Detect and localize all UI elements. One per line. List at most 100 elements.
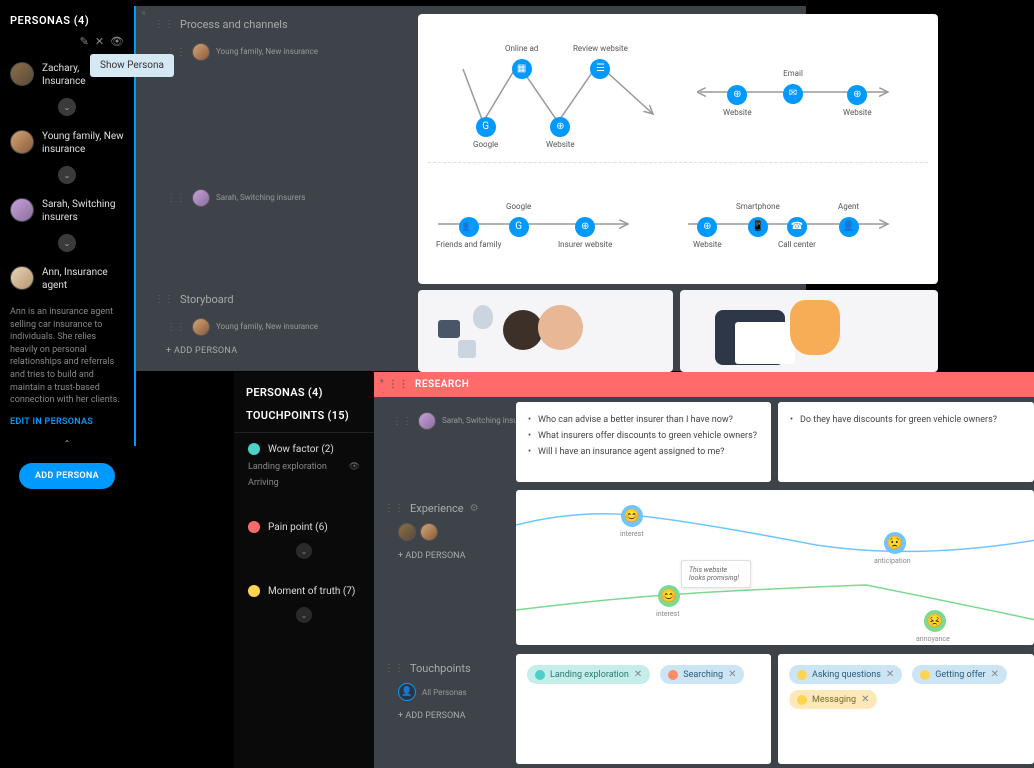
emotion-label: interest — [656, 610, 680, 618]
chevron-down-icon[interactable]: ⌄ — [296, 607, 312, 623]
tp-label: Wow factor (2) — [268, 444, 334, 455]
close-icon[interactable]: ✕ — [95, 35, 104, 48]
emotion-node-interest[interactable]: 😊 — [621, 505, 643, 527]
main-canvas: ⋮⋮ Process and channels ⋮⋮ Young family,… — [136, 6, 806, 371]
landing-exploration-item[interactable]: Landing exploration 👁 — [234, 459, 374, 475]
collapse-icon[interactable]: « — [141, 8, 146, 19]
agent-icon: 👤 — [839, 217, 859, 237]
research-card-2[interactable]: Do they have discounts for green vehicle… — [778, 402, 1034, 482]
touchpoints-card-2[interactable]: Asking questions✕ Getting offer✕ Messagi… — [778, 654, 1034, 764]
mini-persona-sarah[interactable]: ⋮⋮ Sarah, Switching insurers — [392, 412, 531, 430]
chevron-down-icon[interactable]: ⌄ — [296, 543, 312, 559]
drag-handle-icon[interactable]: ⋮⋮ — [384, 663, 404, 674]
chip-searching[interactable]: Searching ✕ — [660, 665, 744, 684]
drag-handle-icon[interactable]: ⋮⋮ — [154, 19, 174, 30]
section-title: Storyboard — [180, 293, 234, 306]
chip-messaging[interactable]: Messaging ✕ — [789, 690, 877, 709]
section-title: Process and channels — [180, 18, 288, 31]
chevron-down-icon[interactable]: ⌄ — [58, 234, 76, 252]
node-label: Friends and family — [436, 240, 501, 249]
persona-name: Young family, New insurance — [42, 130, 124, 156]
dot-icon — [668, 670, 678, 680]
node-label: Website — [546, 140, 575, 149]
pencil-icon[interactable]: ✎ — [80, 35, 89, 48]
emotion-node-interest2[interactable]: 😊 — [658, 585, 680, 607]
drag-handle-icon[interactable]: ⋮⋮ — [384, 503, 404, 514]
research-header: ⋮⋮ RESEARCH — [374, 372, 1034, 397]
section-title: Touchpoints — [410, 662, 471, 675]
mini-persona-name: Young family, New insurance — [216, 322, 318, 332]
eye-icon[interactable]: 👁 — [110, 35, 124, 48]
research-card-1[interactable]: Who can advise a better insurer than I h… — [516, 402, 771, 482]
section-title: Experience — [410, 502, 464, 515]
persona-sarah[interactable]: Sarah, Switching insurers — [0, 190, 134, 232]
ad-icon: ▦ — [512, 59, 532, 79]
personas-sidebar: « PERSONAS (4) ✎ ✕ 👁 Show Persona Zachar… — [0, 6, 136, 446]
drag-handle-icon[interactable]: ⋮⋮ — [166, 322, 186, 333]
avatar — [418, 412, 436, 430]
all-personas-item[interactable]: 👤 All Personas — [384, 675, 481, 709]
drag-handle-icon[interactable]: ⋮⋮ — [166, 193, 186, 204]
avatar — [398, 523, 416, 541]
edit-in-personas-link[interactable]: EDIT IN PERSONAS — [0, 413, 134, 431]
chevron-down-icon[interactable]: ⌄ — [58, 166, 76, 184]
node-label: Agent — [838, 202, 859, 211]
eye-icon[interactable]: 👁 — [349, 462, 360, 472]
close-icon[interactable]: ✕ — [728, 669, 736, 680]
drag-handle-icon[interactable]: ⋮⋮ — [388, 379, 409, 390]
chevron-up-icon[interactable]: ⌃ — [58, 435, 76, 453]
chip-label: Searching — [683, 670, 723, 680]
storyboard-card-2[interactable] — [680, 290, 938, 372]
note-tooltip: This website looks promising! — [681, 560, 751, 588]
add-persona-button[interactable]: ADD PERSONA — [19, 463, 115, 489]
storyboard-card-1[interactable] — [418, 290, 673, 372]
emotion-label: annoyance — [916, 635, 950, 643]
node-label: Website — [723, 108, 752, 117]
add-persona-link[interactable]: + ADD PERSONA — [384, 549, 480, 563]
drag-handle-icon[interactable]: ⋮⋮ — [392, 416, 412, 427]
node-label: Email — [783, 69, 803, 78]
research-question: What insurers offer discounts to green v… — [528, 428, 759, 444]
chip-label: Messaging — [812, 695, 856, 705]
dot-icon — [248, 443, 260, 455]
friends-icon: 👥 — [459, 217, 479, 237]
avatar — [420, 523, 438, 541]
wow-factor-item[interactable]: Wow factor (2) — [234, 433, 374, 459]
collapse-icon[interactable]: « — [380, 376, 384, 386]
personas-title: PERSONAS (4) — [0, 6, 134, 35]
node-label: Website — [693, 240, 722, 249]
emotion-node-annoyance[interactable]: 😣 — [924, 610, 946, 632]
chevron-down-icon[interactable]: ⌄ — [58, 98, 76, 116]
close-icon[interactable]: ✕ — [861, 694, 869, 705]
moment-truth-item[interactable]: Moment of truth (7) — [234, 575, 374, 601]
personas-title: PERSONAS (4) — [234, 372, 374, 405]
node-label: Review website — [573, 44, 628, 53]
arriving-item[interactable]: Arriving — [234, 475, 374, 491]
gear-icon[interactable]: ⚙ — [470, 503, 479, 514]
node-label: Call center — [778, 240, 816, 249]
review-icon: ☰ — [590, 59, 610, 79]
emotion-node-anticipation[interactable]: 😟 — [884, 532, 906, 554]
close-icon[interactable]: ✕ — [886, 669, 894, 680]
chip-asking[interactable]: Asking questions✕ — [789, 665, 902, 684]
persona-young-family[interactable]: Young family, New insurance — [0, 122, 134, 164]
chip-getting[interactable]: Getting offer✕ — [912, 665, 1007, 684]
close-icon[interactable]: ✕ — [991, 669, 999, 680]
tp-label: Pain point (6) — [268, 522, 328, 533]
chip-landing[interactable]: Landing exploration✕ — [527, 665, 650, 684]
google-icon: G — [476, 117, 496, 137]
google-icon: G — [509, 217, 529, 237]
persona-name: Sarah, Switching insurers — [42, 198, 124, 224]
experience-chart: 😊 interest 😟 anticipation 😊 interest 😣 a… — [516, 490, 1034, 645]
persona-name: Ann, Insurance agent — [42, 266, 124, 292]
touchpoints-card-1[interactable]: Landing exploration✕ Searching ✕ — [516, 654, 771, 764]
persona-ann[interactable]: Ann, Insurance agent — [0, 258, 134, 300]
close-icon[interactable]: ✕ — [634, 669, 642, 680]
persona-description: Ann is an insurance agent selling car in… — [0, 300, 134, 413]
show-persona-tooltip: Show Persona — [90, 54, 174, 77]
research-question: Do they have discounts for green vehicle… — [790, 412, 1022, 428]
drag-handle-icon[interactable]: ⋮⋮ — [154, 294, 174, 305]
node-label: Insurer website — [558, 240, 612, 249]
pain-point-item[interactable]: Pain point (6) — [234, 511, 374, 537]
add-persona-link[interactable]: + ADD PERSONA — [384, 709, 481, 723]
